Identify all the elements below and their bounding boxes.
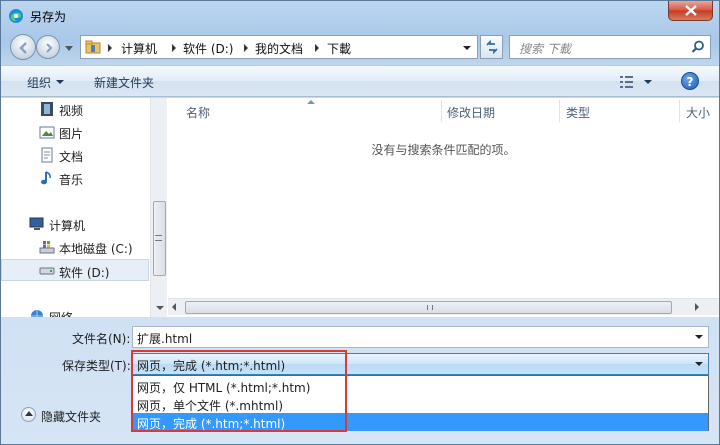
network-icon xyxy=(31,310,43,317)
scroll-right-arrow-icon[interactable] xyxy=(695,303,699,311)
back-button[interactable] xyxy=(10,34,36,60)
drive-icon xyxy=(39,267,55,275)
nav-item-computer[interactable]: 计算机 xyxy=(1,213,149,235)
filename-value: 扩展.html xyxy=(137,332,193,346)
title-bar: 另存为 xyxy=(1,1,719,31)
empty-list-message: 没有与搜索条件匹配的项。 xyxy=(371,143,516,157)
save-as-dialog: 另存为 计算机 软件 (D:) 我的文档 下載 搜索 下載 组织 新建文件夹 ?… xyxy=(0,0,720,445)
music-library-icon xyxy=(41,171,51,185)
breadcrumb-separator[interactable] xyxy=(172,44,176,52)
column-header-label: 大小 xyxy=(686,106,711,120)
filetype-select[interactable]: 网页，完成 (*.htm;*.html) xyxy=(132,353,709,375)
column-header-size[interactable]: 大小 xyxy=(680,100,719,122)
scrollbar-grip xyxy=(155,235,162,241)
help-button[interactable]: ? xyxy=(681,72,699,90)
breadcrumb-drive-d[interactable]: 软件 (D:) xyxy=(183,40,233,57)
filename-field[interactable]: 扩展.html xyxy=(132,326,709,348)
nav-item-drive-c[interactable]: 本地磁盘 (C:) xyxy=(1,236,149,258)
column-header-label: 类型 xyxy=(566,106,591,120)
filetype-label: 保存类型(T): xyxy=(62,359,131,373)
nav-item-label: 图片 xyxy=(59,127,84,141)
refresh-button[interactable] xyxy=(480,35,503,59)
pictures-library-icon xyxy=(39,126,55,139)
nav-item-drive-d[interactable]: 软件 (D:) xyxy=(1,259,149,281)
filetype-options-list: 网页，仅 HTML (*.html;*.htm) 网页，单个文件 (*.mhtm… xyxy=(132,375,709,431)
refresh-icon xyxy=(486,40,498,54)
navigation-pane-scrollbar[interactable] xyxy=(150,98,167,317)
breadcrumb-separator[interactable] xyxy=(315,44,319,52)
nav-item-label: 软件 (D:) xyxy=(59,266,110,280)
column-header-date[interactable]: 修改日期 xyxy=(442,100,559,122)
window-title: 另存为 xyxy=(30,10,67,24)
filetype-option-label: 网页，完成 (*.htm;*.html) xyxy=(137,417,286,431)
chevron-down-icon xyxy=(65,46,73,51)
nav-item-network[interactable]: 网络 xyxy=(1,305,149,317)
forward-button[interactable] xyxy=(36,35,60,59)
breadcrumb-downloads[interactable]: 下載 xyxy=(327,40,351,57)
column-header-name[interactable]: 名称 xyxy=(168,100,441,122)
content-area: 视频 图片 文档 音乐 计算机 本地磁盘 (C:) 软件 (D:) 名称 修改日… xyxy=(1,98,719,317)
breadcrumb-computer[interactable]: 计算机 xyxy=(121,40,157,57)
scroll-left-arrow-icon[interactable] xyxy=(172,303,176,311)
filetype-option[interactable]: 网页，单个文件 (*.mhtml) xyxy=(133,395,708,413)
recent-locations-dropdown[interactable] xyxy=(65,41,73,55)
close-icon xyxy=(685,5,697,16)
view-options-icon[interactable] xyxy=(619,75,637,89)
arrow-left-icon xyxy=(19,42,27,54)
nav-item-label: 计算机 xyxy=(49,219,86,233)
scrollbar-thumb[interactable] xyxy=(185,301,672,314)
sort-ascending-icon xyxy=(307,100,315,104)
column-header-label: 修改日期 xyxy=(447,106,496,120)
filetype-option[interactable]: 网页，仅 HTML (*.html;*.htm) xyxy=(133,377,708,395)
file-list-pane: 名称 修改日期 类型 大小 没有与搜索条件匹配的项。 xyxy=(168,98,719,317)
organize-menu[interactable]: 组织 xyxy=(27,74,51,91)
nav-item-label: 音乐 xyxy=(59,173,84,187)
scroll-down-arrow-icon[interactable] xyxy=(156,306,164,310)
chevron-down-icon[interactable] xyxy=(56,80,64,84)
column-header-label: 名称 xyxy=(186,106,211,120)
system-drive-icon xyxy=(39,241,55,254)
filename-label: 文件名(N): xyxy=(72,332,131,346)
scrollbar-grip xyxy=(427,305,433,310)
search-icon[interactable] xyxy=(691,40,705,54)
edge-browser-icon xyxy=(8,8,24,24)
file-list-horizontal-scrollbar[interactable] xyxy=(168,298,719,315)
computer-icon xyxy=(29,217,44,230)
nav-item-label: 文档 xyxy=(59,150,84,164)
new-folder-button[interactable]: 新建文件夹 xyxy=(94,74,154,91)
nav-item-documents[interactable]: 文档 xyxy=(1,144,149,166)
address-dropdown-icon[interactable] xyxy=(463,46,471,50)
filename-dropdown-icon[interactable] xyxy=(695,335,703,339)
folder-icon xyxy=(85,40,101,54)
nav-item-label: 本地磁盘 (C:) xyxy=(59,242,133,256)
nav-item-label: 视频 xyxy=(59,104,84,118)
nav-item-music[interactable]: 音乐 xyxy=(1,167,149,189)
filetype-option-label: 网页，单个文件 (*.mhtml) xyxy=(137,399,284,413)
chevron-up-icon[interactable] xyxy=(21,407,36,422)
nav-item-pictures[interactable]: 图片 xyxy=(1,121,149,143)
view-dropdown-icon[interactable] xyxy=(644,80,652,84)
search-placeholder: 搜索 下載 xyxy=(519,42,571,56)
breadcrumb-my-documents[interactable]: 我的文档 xyxy=(255,40,303,57)
nav-item-label: 网络 xyxy=(49,309,73,317)
close-button[interactable] xyxy=(668,1,713,21)
navigation-pane: 视频 图片 文档 音乐 计算机 本地磁盘 (C:) 软件 (D:) xyxy=(1,98,149,317)
arrow-right-icon xyxy=(46,43,53,53)
nav-item-videos[interactable]: 视频 xyxy=(1,98,149,120)
filetype-option-label: 网页，仅 HTML (*.html;*.htm) xyxy=(137,381,311,395)
hide-folders-label: 隐藏文件夹 xyxy=(41,410,102,424)
column-header-type[interactable]: 类型 xyxy=(560,100,679,122)
video-library-icon xyxy=(41,102,53,116)
address-bar[interactable]: 计算机 软件 (D:) 我的文档 下載 xyxy=(80,35,478,59)
navigation-row: 计算机 软件 (D:) 我的文档 下載 搜索 下載 xyxy=(1,31,719,63)
command-toolbar: 组织 新建文件夹 ? xyxy=(1,65,719,97)
filetype-option-selected[interactable]: 网页，完成 (*.htm;*.html) xyxy=(133,413,708,431)
filetype-selected-value: 网页，完成 (*.htm;*.html) xyxy=(137,359,286,373)
search-input[interactable]: 搜索 下載 xyxy=(509,35,711,59)
breadcrumb-separator[interactable] xyxy=(108,44,112,52)
documents-library-icon xyxy=(41,147,53,163)
breadcrumb-separator[interactable] xyxy=(244,44,248,52)
chevron-down-icon[interactable] xyxy=(695,362,703,366)
